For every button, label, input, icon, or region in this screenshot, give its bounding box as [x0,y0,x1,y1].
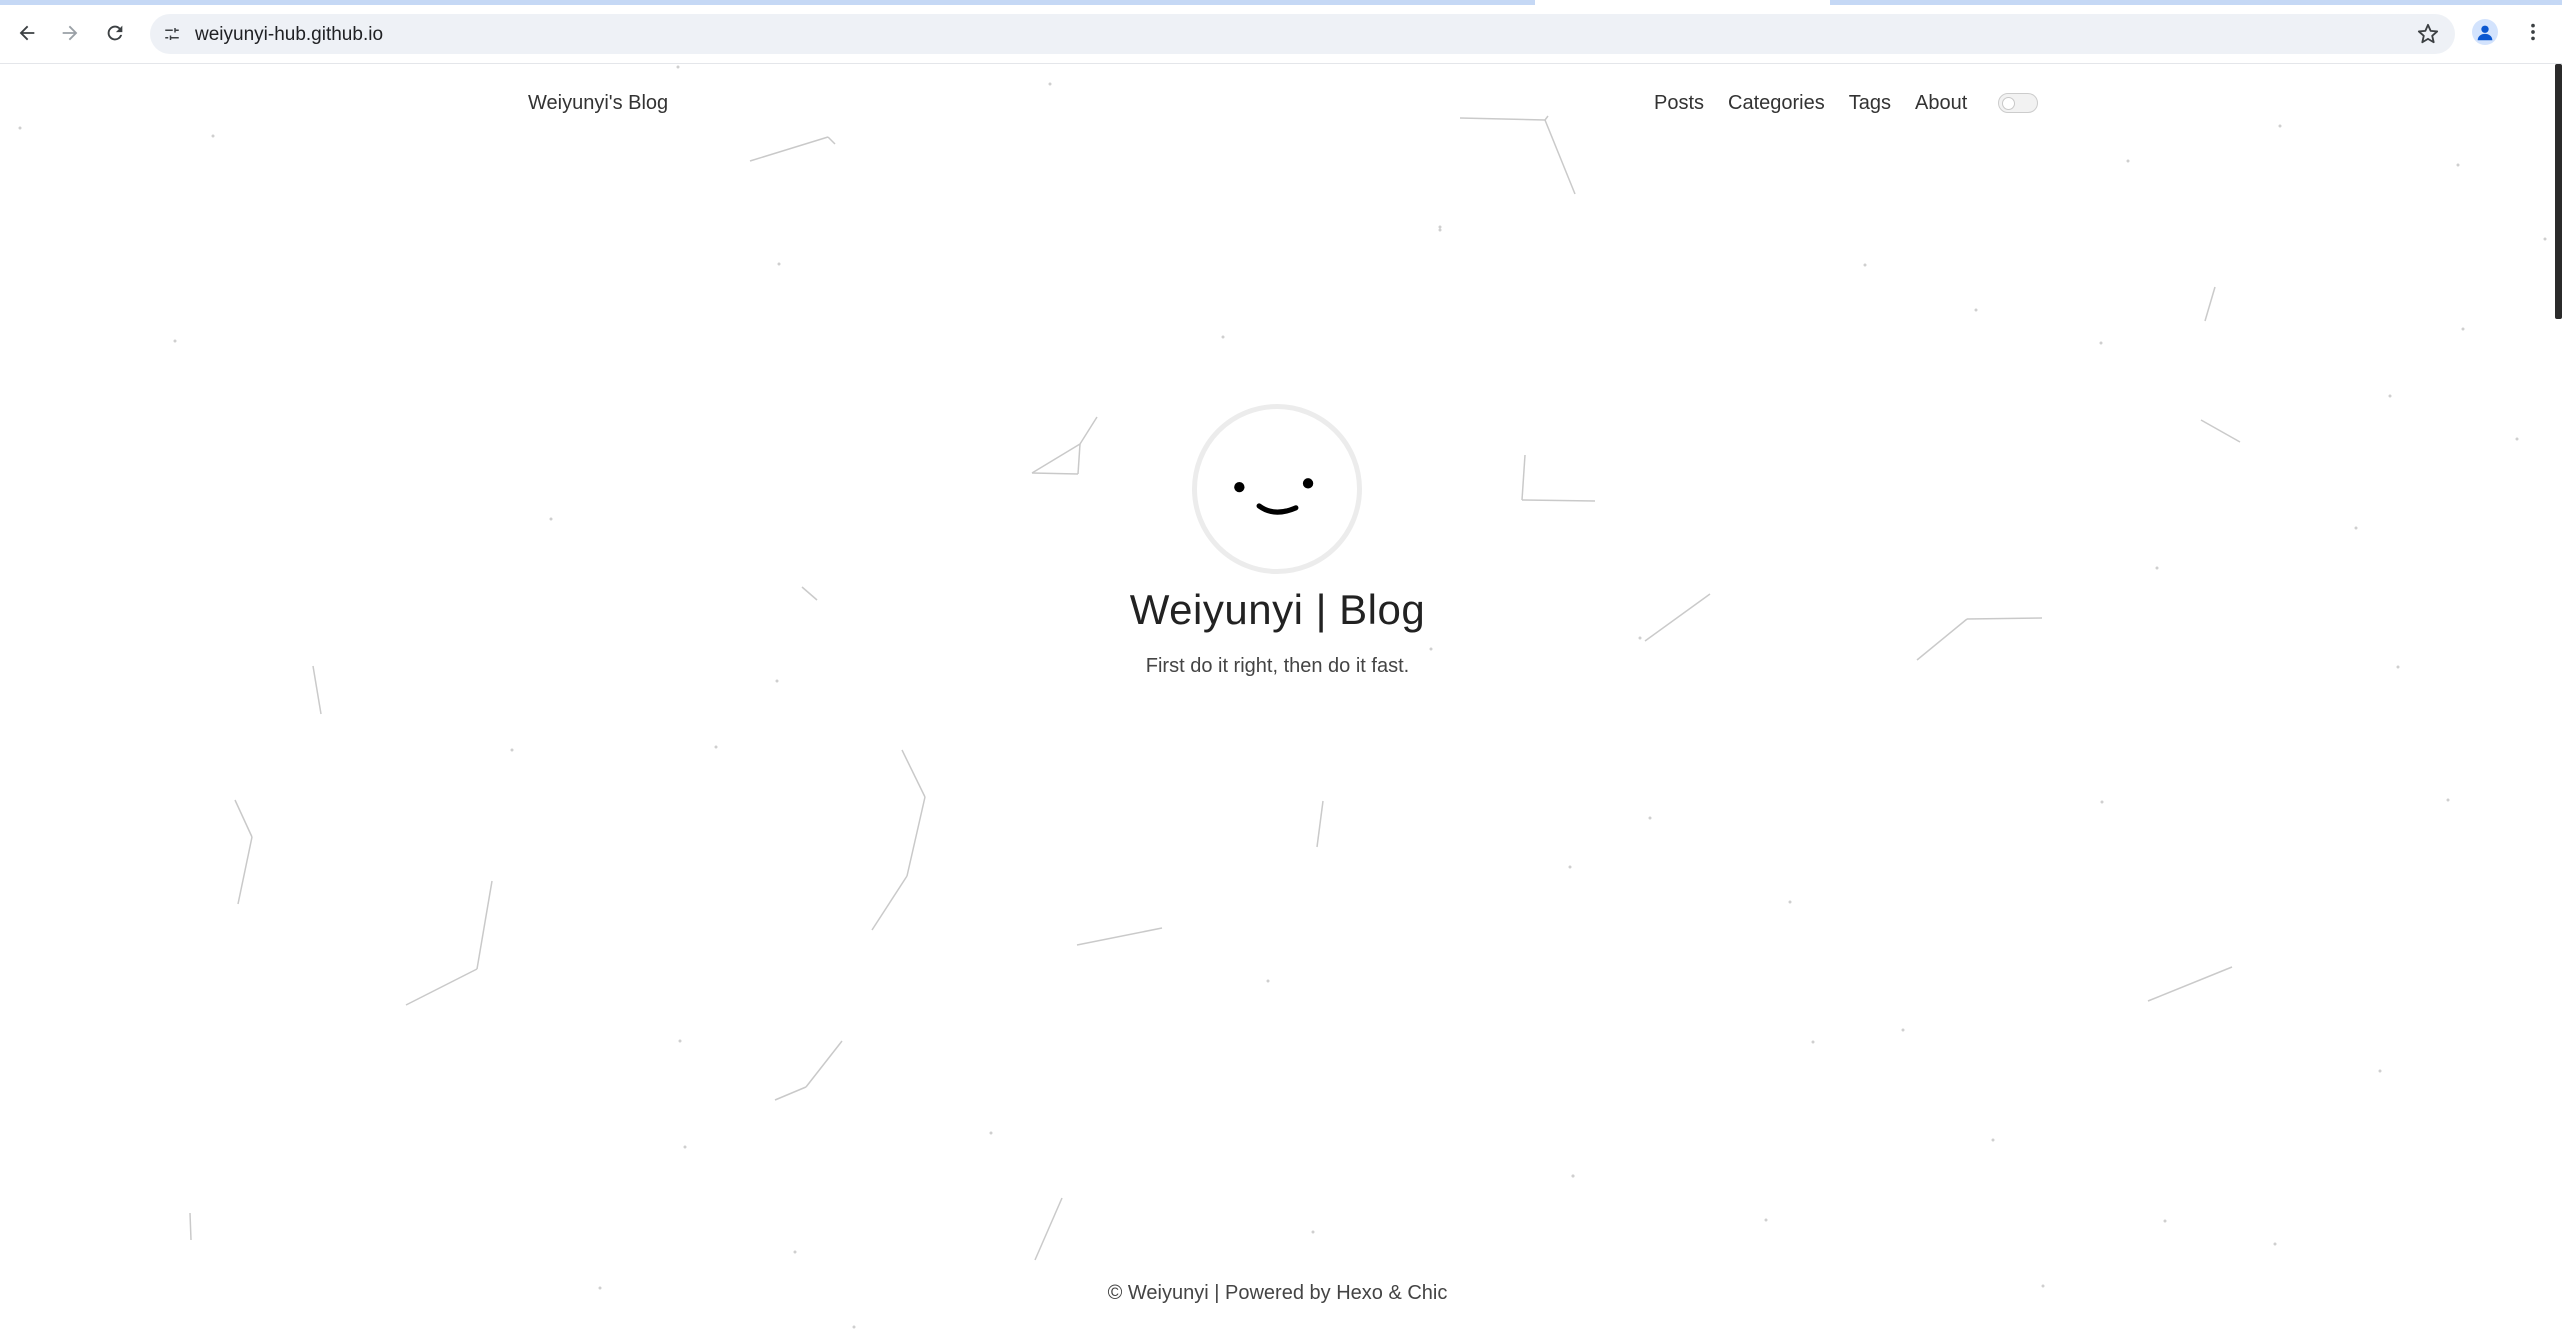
nav-link-posts[interactable]: Posts [1654,92,1704,115]
footer-copyright: © Weiyunyi | [1107,1282,1220,1304]
footer-powered-by: Powered by [1225,1282,1331,1304]
tab-strip [0,0,1535,5]
url-text[interactable]: weiyunyi-hub.github.io [195,24,383,46]
person-icon [2477,25,2493,41]
reload-button[interactable] [98,16,132,50]
footer-hexo-link[interactable]: Hexo [1336,1282,1383,1304]
profile-button[interactable] [2470,17,2500,47]
back-button[interactable] [10,16,44,50]
browser-toolbar: weiyunyi-hub.github.io [0,0,2562,64]
site-footer: © Weiyunyi | Powered by Hexo & Chic [0,1282,2555,1305]
footer-ampersand: & [1388,1282,1402,1304]
nav-link-about[interactable]: About [1915,92,1967,115]
theme-toggle-knob [2002,97,2015,110]
particle-background [18,65,2547,1329]
nav-link-tags[interactable]: Tags [1849,92,1891,115]
nav-link-categories[interactable]: Categories [1728,92,1825,115]
tune-icon [165,28,179,40]
forward-button[interactable] [53,16,87,50]
avatar [1192,404,1362,574]
reload-icon [107,25,123,41]
theme-toggle[interactable] [1998,93,2038,113]
page-scrollbar[interactable] [2555,64,2562,319]
browser-menu-button[interactable] [2518,17,2548,47]
page-content: Weiyunyi's Blog Posts Categories Tags Ab… [0,64,2555,1335]
bookmark-button[interactable] [2413,19,2443,49]
tab-strip [1830,0,2562,5]
site-brand-link[interactable]: Weiyunyi's Blog [528,92,668,115]
hero-subtitle: First do it right, then do it fast. [1145,655,1410,677]
star-icon [2417,23,2439,44]
arrow-left-icon [19,25,35,41]
address-bar[interactable]: weiyunyi-hub.github.io [150,14,2455,54]
kebab-menu-icon [2531,23,2535,41]
site-nav: Posts Categories Tags About [1654,92,1967,115]
arrow-right-icon [62,25,78,41]
hero-title: Weiyunyi | Blog [1129,586,1426,633]
footer-chic-link[interactable]: Chic [1407,1282,1447,1304]
site-info-button[interactable] [158,20,186,48]
smiley-face-icon [1234,478,1314,515]
site-header: Weiyunyi's Blog Posts Categories Tags Ab… [0,64,2555,144]
